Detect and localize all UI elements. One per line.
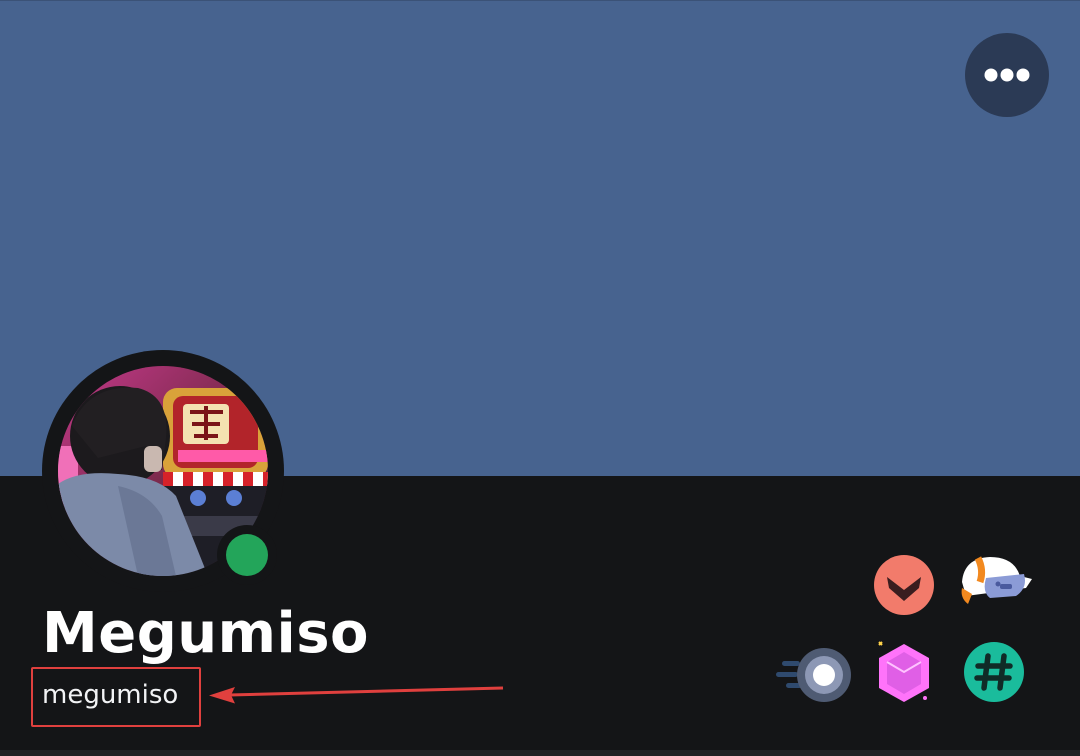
active-developer-icon xyxy=(964,642,1024,702)
annotation-arrow xyxy=(209,686,504,704)
badge-nitro[interactable] xyxy=(776,644,852,706)
more-horizontal-icon xyxy=(984,68,1030,82)
hypesquad-brilliance-icon xyxy=(874,555,934,615)
more-options-button[interactable] xyxy=(965,33,1049,117)
badge-active-developer[interactable] xyxy=(963,641,1025,703)
badge-quest[interactable] xyxy=(956,552,1032,614)
badge-booster[interactable] xyxy=(873,640,935,706)
quest-badge-icon xyxy=(961,556,1032,604)
server-booster-icon xyxy=(878,641,929,702)
status-online-indicator xyxy=(226,534,268,576)
badge-hypesquad[interactable] xyxy=(873,554,935,616)
panel-divider xyxy=(0,750,1080,756)
nitro-speed-icon xyxy=(776,648,851,702)
display-name: Megumiso xyxy=(42,601,370,666)
username: megumiso xyxy=(42,680,179,710)
